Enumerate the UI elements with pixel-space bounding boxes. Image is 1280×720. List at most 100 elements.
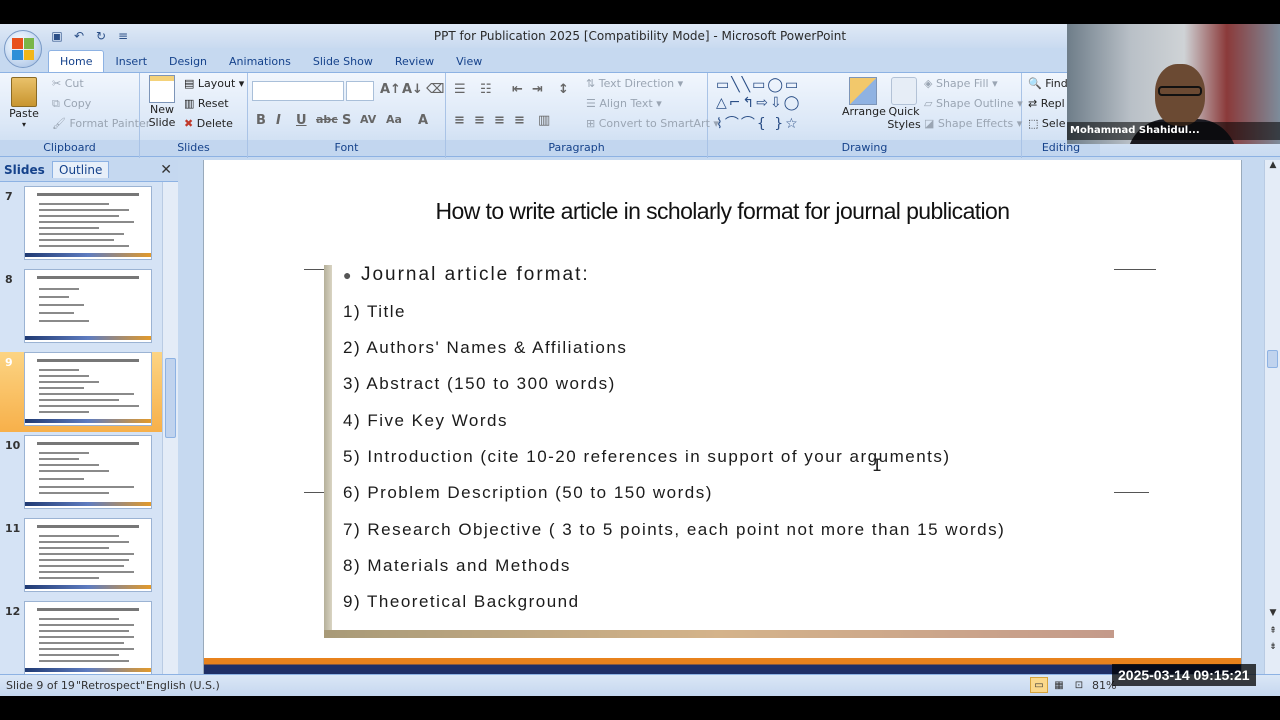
shape-fill-label: Shape Fill	[935, 77, 989, 90]
slide-sorter-icon[interactable]: ▦	[1050, 677, 1068, 693]
slide-thumbnail[interactable]	[24, 601, 152, 674]
align-text-button[interactable]: ☰ Align Text ▾	[586, 97, 662, 110]
slide-thumbnail-row[interactable]: 12	[0, 601, 162, 674]
decrease-indent-icon[interactable]: ⇤	[512, 82, 523, 97]
shrink-font-icon[interactable]: A↓	[402, 82, 423, 97]
tab-animations[interactable]: Animations	[218, 51, 302, 72]
new-slide-button[interactable]: New Slide	[144, 75, 180, 129]
find-button[interactable]: 🔍 Find	[1028, 77, 1068, 90]
slide-thumbnail-row[interactable]: 11	[0, 518, 162, 598]
text-direction-label: Text Direction	[598, 77, 675, 90]
copy-button[interactable]: ⧉ Copy	[52, 97, 91, 111]
font-size-combo[interactable]	[346, 81, 374, 101]
shape-effects-icon: ◪	[924, 117, 938, 130]
clear-formatting-icon[interactable]: ⌫	[426, 82, 444, 97]
paste-button[interactable]: Paste ▾	[6, 77, 42, 129]
quick-styles-button[interactable]: Quick Styles	[886, 77, 922, 131]
arrange-button[interactable]: Arrange	[842, 77, 886, 118]
slide-canvas[interactable]: How to write article in scholarly format…	[203, 160, 1242, 674]
underline-icon[interactable]: U	[296, 113, 307, 128]
tab-review[interactable]: Review	[384, 51, 445, 72]
slide-show-icon[interactable]: ⊡	[1070, 677, 1088, 693]
slide-thumbnail[interactable]	[24, 518, 152, 592]
list-item: 6) Problem Description (50 to 150 words)	[343, 483, 713, 502]
tab-design[interactable]: Design	[158, 51, 218, 72]
pane-scrollbar-thumb[interactable]	[165, 358, 176, 438]
powerpoint-window: ▣ ↶ ↻ ≡ PPT for Publication 2025 [Compat…	[0, 24, 1280, 696]
slide-title[interactable]: How to write article in scholarly format…	[204, 198, 1241, 225]
strikethrough-icon[interactable]: abc	[316, 113, 338, 126]
shape-outline-button[interactable]: ▱ Shape Outline ▾	[924, 97, 1023, 110]
scroll-up-icon[interactable]: ▲	[1266, 160, 1280, 174]
tab-view[interactable]: View	[445, 51, 493, 72]
select-button[interactable]: ⬚ Sele	[1028, 117, 1065, 130]
scroll-down-icon[interactable]: ▼	[1266, 608, 1280, 622]
tab-insert[interactable]: Insert	[104, 51, 158, 72]
language-indicator[interactable]: English (U.S.)	[146, 679, 220, 692]
close-icon[interactable]: ✕	[160, 162, 172, 178]
tab-slide-show[interactable]: Slide Show	[302, 51, 384, 72]
shape-fill-button[interactable]: ◈ Shape Fill ▾	[924, 77, 998, 90]
bullets-icon[interactable]: ☰	[454, 82, 466, 97]
bold-icon[interactable]: B	[256, 113, 266, 128]
previous-slide-icon[interactable]: ⇞	[1266, 626, 1280, 640]
slide-thumbnail[interactable]	[24, 435, 152, 509]
webcam-participant-name: Mohammad Shahidul...	[1067, 122, 1280, 140]
text-direction-button[interactable]: ⇅ Text Direction ▾	[586, 77, 683, 90]
shadow-icon[interactable]: S	[342, 113, 351, 128]
grow-font-icon[interactable]: A↑	[380, 82, 401, 97]
quick-styles-icon	[891, 77, 917, 105]
format-painter-icon: 🖌	[52, 117, 70, 130]
font-name-combo[interactable]	[252, 81, 344, 101]
slide-scrollbar[interactable]: ▲ ▼ ⇞ ⇟	[1264, 160, 1280, 674]
replace-button[interactable]: ⇄ Repl	[1028, 97, 1065, 110]
slide-thumbnail[interactable]	[24, 269, 152, 343]
text-cursor-icon: I	[872, 456, 883, 476]
font-color-icon[interactable]: A	[418, 113, 428, 128]
cut-label: Cut	[64, 77, 84, 90]
align-left-icon[interactable]: ≡	[454, 113, 465, 128]
format-painter-button[interactable]: 🖌 Format Painter	[52, 117, 150, 130]
columns-icon[interactable]: ▥	[538, 113, 550, 128]
office-button[interactable]	[4, 30, 42, 68]
webcam-overlay: Mohammad Shahidul...	[1067, 24, 1280, 144]
webcam-glasses	[1158, 86, 1202, 96]
cut-button[interactable]: ✂ Cut	[52, 77, 84, 90]
numbering-icon[interactable]: ☷	[480, 82, 492, 97]
shapes-gallery-row2[interactable]: △⌐↰⇨⇩◯	[716, 95, 801, 111]
shapes-gallery-row3[interactable]: ⌇⌒⌒{ }☆	[716, 113, 800, 133]
justify-icon[interactable]: ≡	[514, 113, 525, 128]
paste-icon	[11, 77, 37, 107]
line-spacing-icon[interactable]: ↕	[558, 82, 569, 97]
slide-thumbnail-row[interactable]: 10	[0, 435, 162, 515]
tab-slides[interactable]: Slides	[4, 163, 45, 177]
tab-outline[interactable]: Outline	[52, 161, 110, 178]
shape-effects-button[interactable]: ◪ Shape Effects ▾	[924, 117, 1022, 130]
slide-scrollbar-thumb[interactable]	[1267, 350, 1278, 368]
reset-button[interactable]: ▥ Reset	[184, 97, 229, 110]
tab-home[interactable]: Home	[48, 50, 105, 72]
select-label: Sele	[1041, 117, 1066, 130]
change-case-icon[interactable]: Aa	[386, 113, 402, 126]
center-icon[interactable]: ≡	[474, 113, 485, 128]
normal-view-icon[interactable]: ▭	[1030, 677, 1048, 693]
layout-button[interactable]: ▤ Layout ▾	[184, 77, 244, 90]
align-right-icon[interactable]: ≡	[494, 113, 505, 128]
next-slide-icon[interactable]: ⇟	[1266, 642, 1280, 656]
slide-thumbnail-row[interactable]: 7	[0, 186, 162, 266]
shapes-gallery[interactable]: ▭╲╲▭◯▭	[716, 77, 800, 93]
slide-thumbnail-row[interactable]: 8	[0, 269, 162, 349]
convert-smartart-button[interactable]: ⊞ Convert to SmartArt ▾	[586, 117, 719, 130]
pane-scrollbar[interactable]	[162, 182, 178, 674]
italic-icon[interactable]: I	[276, 113, 281, 128]
slide-thumbnail[interactable]	[24, 352, 152, 426]
increase-indent-icon[interactable]: ⇥	[532, 82, 543, 97]
slide-thumbnail-row-selected[interactable]: 9	[0, 352, 162, 432]
paragraph-group-label: Paragraph	[446, 140, 707, 156]
slide-thumbnail[interactable]	[24, 186, 152, 260]
status-bar: Slide 9 of 19 "Retrospect" English (U.S.…	[0, 674, 1280, 696]
list-item: 4) Five Key Words	[343, 411, 509, 430]
delete-button[interactable]: ✖ Delete	[184, 117, 233, 130]
body-accent-bar-horizontal	[324, 630, 1114, 638]
character-spacing-icon[interactable]: AV	[360, 113, 376, 126]
